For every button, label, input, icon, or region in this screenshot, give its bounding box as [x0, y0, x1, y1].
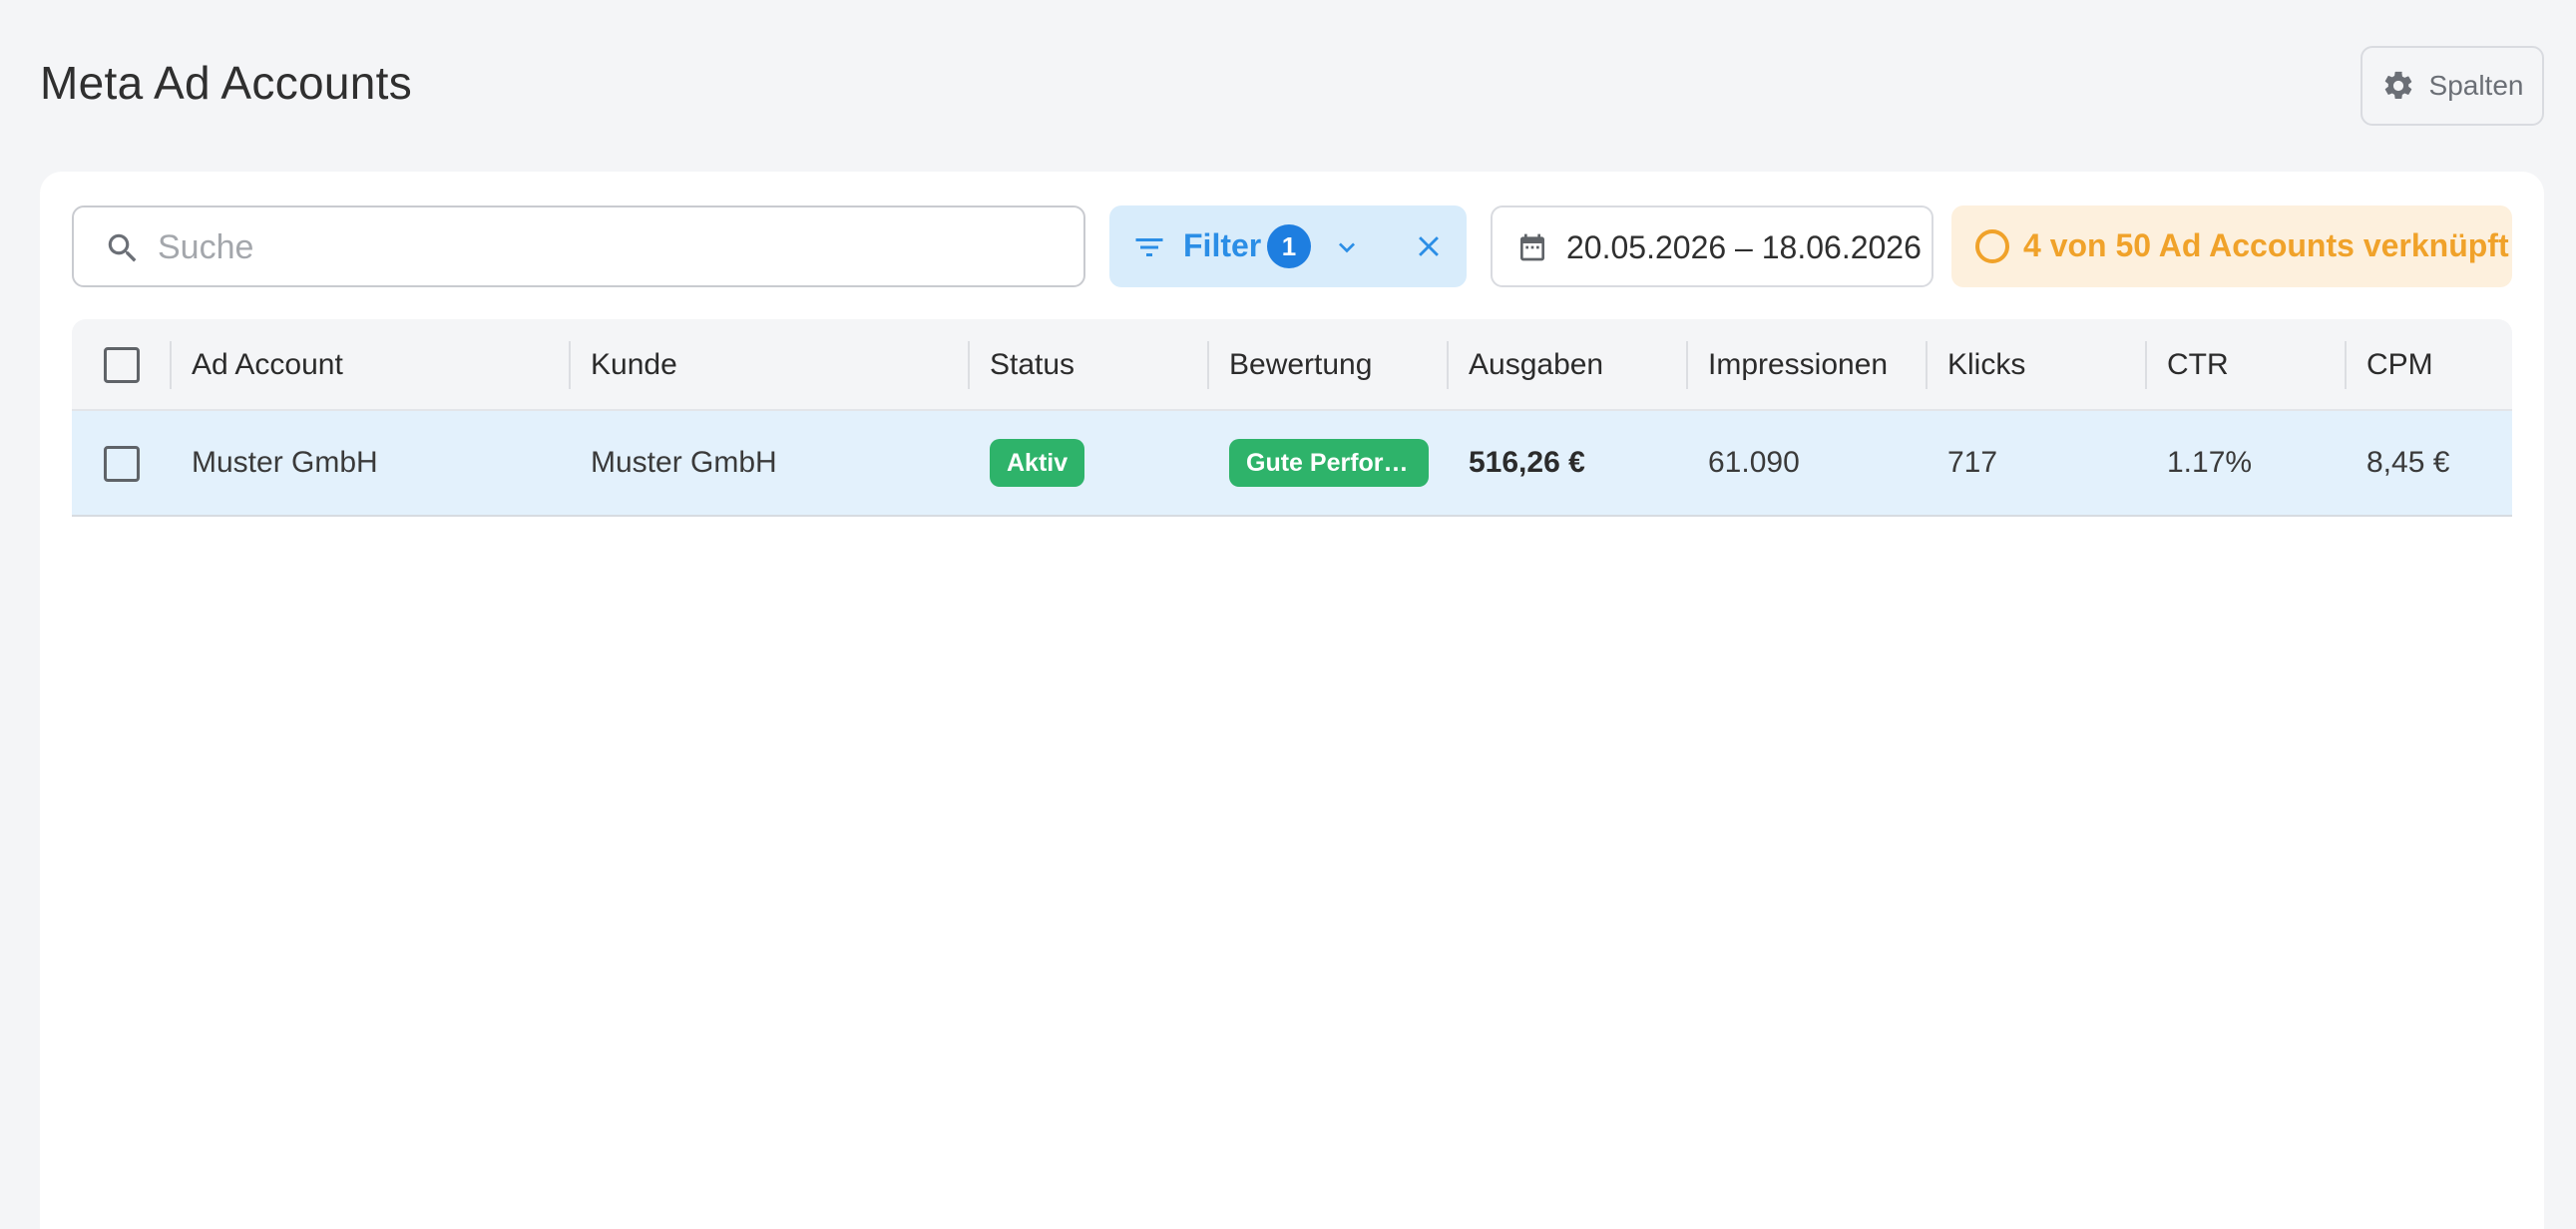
- search-input[interactable]: [158, 221, 1056, 273]
- page-header: Meta Ad Accounts Spalten: [40, 0, 2544, 172]
- page-title: Meta Ad Accounts: [40, 57, 413, 109]
- cell-cpm: 8,45 €: [2366, 446, 2450, 479]
- linked-accounts-status: 4 von 50 Ad Accounts verknüpft: [1951, 205, 2512, 287]
- rating-badge: Gute Perfor…: [1229, 439, 1429, 487]
- header-status[interactable]: Status: [990, 319, 1074, 411]
- header-impressionen[interactable]: Impressionen: [1708, 319, 1888, 411]
- header-ausgaben[interactable]: Ausgaben: [1469, 319, 1603, 411]
- search-icon: [108, 233, 137, 262]
- search-box: [72, 205, 1085, 287]
- date-range-value: 20.05.2026 – 18.06.2026: [1566, 229, 1922, 265]
- clear-filter-button[interactable]: [1399, 205, 1459, 287]
- column-divider: [1447, 341, 1449, 389]
- close-icon: [1419, 236, 1439, 256]
- filter-chip: Filter 1: [1109, 205, 1467, 287]
- gear-icon: [2384, 71, 2411, 100]
- filter-label: Filter: [1183, 227, 1262, 263]
- column-divider: [1686, 341, 1688, 389]
- column-divider: [1207, 341, 1209, 389]
- columns-button-label: Spalten: [2428, 70, 2524, 101]
- column-divider: [569, 341, 571, 389]
- filter-count-badge: 1: [1267, 224, 1311, 268]
- header-kunde[interactable]: Kunde: [591, 319, 677, 411]
- cell-ad-account: Muster GmbH: [192, 446, 378, 479]
- toolbar: Filter 1 20.05.2026 – 18.06.2026 4 von 5…: [72, 205, 2512, 287]
- linked-accounts-text: 4 von 50 Ad Accounts verknüpft: [2023, 227, 2509, 263]
- filter-icon: [1135, 238, 1163, 256]
- chevron-down-icon[interactable]: [1331, 231, 1363, 263]
- header-bewertung[interactable]: Bewertung: [1229, 319, 1372, 411]
- table-header-row: Ad Account Kunde Status Bewertung Ausgab…: [72, 319, 2512, 411]
- accounts-card: Filter 1 20.05.2026 – 18.06.2026 4 von 5…: [40, 172, 2544, 1229]
- header-ctr[interactable]: CTR: [2167, 319, 2229, 411]
- cell-kunde: Muster GmbH: [591, 446, 777, 479]
- table-row[interactable]: Muster GmbH Muster GmbH Aktiv Gute Perfo…: [72, 411, 2512, 517]
- cell-ctr: 1.17%: [2167, 446, 2253, 479]
- cell-klicks: 717: [1947, 446, 1998, 479]
- header-cpm[interactable]: CPM: [2366, 319, 2433, 411]
- accounts-table: Ad Account Kunde Status Bewertung Ausgab…: [72, 319, 2512, 517]
- cell-ausgaben: 516,26 €: [1469, 446, 1585, 479]
- column-divider: [2345, 341, 2347, 389]
- row-checkbox[interactable]: [104, 446, 140, 482]
- calendar-icon: [1520, 233, 1544, 261]
- date-range-picker[interactable]: 20.05.2026 – 18.06.2026: [1491, 205, 1933, 287]
- cell-status: Aktiv: [990, 411, 1085, 515]
- filter-button[interactable]: Filter 1: [1109, 205, 1379, 287]
- header-klicks[interactable]: Klicks: [1947, 319, 2025, 411]
- select-all-checkbox[interactable]: [104, 347, 140, 383]
- cell-bewertung: Gute Perfor…: [1229, 411, 1429, 515]
- column-divider: [968, 341, 970, 389]
- circle-outline-icon: [1975, 229, 2009, 263]
- header-ad-account[interactable]: Ad Account: [192, 319, 343, 411]
- column-divider: [1926, 341, 1928, 389]
- cell-impressionen: 61.090: [1708, 446, 1800, 479]
- column-divider: [2145, 341, 2147, 389]
- column-divider: [170, 341, 172, 389]
- columns-button[interactable]: Spalten: [2361, 46, 2544, 126]
- status-badge: Aktiv: [990, 439, 1085, 487]
